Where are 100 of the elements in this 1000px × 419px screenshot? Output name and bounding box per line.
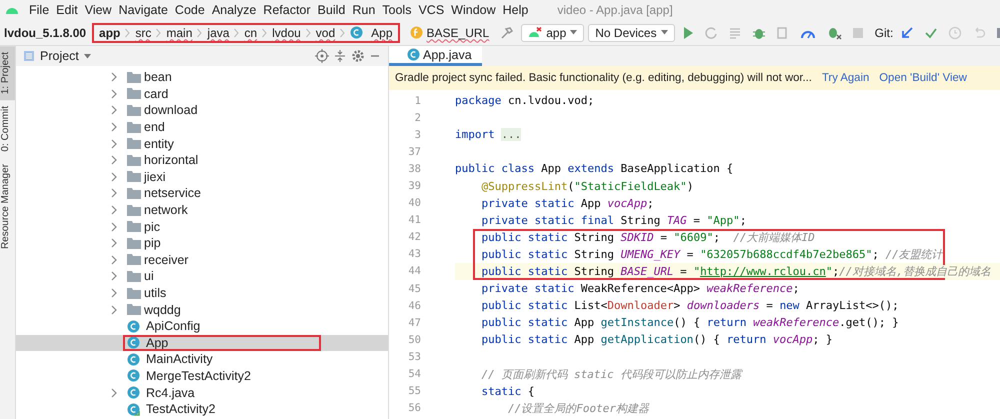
tool-window-tab[interactable]: 0: Commit <box>0 100 15 158</box>
tree-item[interactable]: entity <box>144 136 174 151</box>
tree-row[interactable]: ApiConfig <box>16 318 388 334</box>
code-line: package cn.lvdou.vod; <box>455 93 596 110</box>
breadcrumb-item[interactable]: BASE_URL <box>426 26 490 40</box>
tree-row[interactable]: horizontal <box>16 152 388 169</box>
line-number: 54 <box>407 368 421 380</box>
menu-item[interactable]: Help <box>502 3 528 17</box>
menu-item[interactable]: Code <box>174 3 205 17</box>
tree-item[interactable]: pip <box>144 236 161 250</box>
tree-item[interactable]: receiver <box>144 252 188 267</box>
tree-row[interactable]: pic <box>16 218 388 235</box>
tree-row[interactable]: receiver <box>16 252 388 268</box>
tool-window-tab[interactable]: 1: Project <box>0 46 15 100</box>
coverage-icon[interactable] <box>776 26 790 40</box>
menu-item[interactable]: View <box>84 3 112 17</box>
rerun-icon[interactable] <box>704 26 718 40</box>
breadcrumb-item[interactable]: java <box>207 26 230 40</box>
panel-title[interactable]: Project <box>40 49 79 63</box>
tree-item[interactable]: App <box>146 336 168 350</box>
stop-icon[interactable] <box>852 26 864 38</box>
line-number: 3 <box>414 128 421 141</box>
tree-item[interactable]: ApiConfig <box>146 319 200 334</box>
breadcrumb-item[interactable]: src <box>135 26 152 40</box>
tree-row[interactable]: App <box>16 334 388 352</box>
tree-row[interactable]: ui <box>16 268 388 285</box>
tree-row[interactable]: jiexi <box>16 168 388 186</box>
tree-item[interactable]: pic <box>144 220 160 234</box>
checkmark-icon[interactable] <box>924 26 938 40</box>
tree-item[interactable]: Rc4.java <box>146 386 195 400</box>
tree-row[interactable]: Rc4.java <box>16 384 388 401</box>
list-icon[interactable] <box>728 26 742 40</box>
breadcrumb-item[interactable]: main <box>166 26 192 40</box>
tree-row[interactable]: download <box>16 102 388 119</box>
breadcrumb-item[interactable]: cn <box>244 26 258 40</box>
menu-item[interactable]: Navigate <box>118 3 168 17</box>
folder-icon <box>127 204 141 216</box>
tree-item[interactable]: network <box>144 203 188 218</box>
tree-row[interactable]: MergeTestActivity2 <box>16 368 388 384</box>
hammer-icon[interactable] <box>500 26 514 40</box>
tree-row[interactable]: MainActivity <box>16 351 388 368</box>
tree-item[interactable]: MergeTestActivity2 <box>146 368 251 383</box>
folder-icon <box>127 138 141 150</box>
tree-item[interactable]: jiexi <box>144 170 166 184</box>
menu-item[interactable]: VCS <box>418 3 444 17</box>
tree-row[interactable]: utils <box>16 284 388 302</box>
line-number: 53 <box>407 350 421 363</box>
breadcrumb-item[interactable]: app <box>99 26 120 40</box>
tree-row[interactable]: wqddg <box>16 301 388 318</box>
folder-icon <box>127 104 141 116</box>
tree-item[interactable]: TestActivity2 <box>146 402 216 416</box>
tree-row[interactable]: bean <box>16 69 388 86</box>
tree-item[interactable]: ui <box>144 269 154 284</box>
breadcrumb-item[interactable]: App <box>371 26 393 40</box>
tree-item[interactable]: utils <box>144 286 166 300</box>
menu-item[interactable]: Refactor <box>263 3 311 17</box>
settings-icon[interactable] <box>351 49 365 63</box>
project-icon <box>23 50 35 62</box>
tree-item[interactable]: bean <box>144 70 172 84</box>
menu-item[interactable]: Analyze <box>212 3 256 17</box>
tree-row[interactable]: end <box>16 118 388 136</box>
run-icon[interactable] <box>682 26 694 40</box>
menu-item[interactable]: Tools <box>382 3 412 17</box>
tree-row[interactable]: netservice <box>16 185 388 202</box>
menu-item[interactable]: File <box>29 3 50 17</box>
banner-link[interactable]: Open 'Build' View <box>879 72 967 84</box>
menu-item[interactable]: Run <box>352 3 376 17</box>
tree-row[interactable]: card <box>16 86 388 102</box>
clock-icon[interactable] <box>948 26 962 40</box>
collapse-icon[interactable] <box>334 49 346 63</box>
tree-item[interactable]: MainActivity <box>146 352 213 366</box>
line-number: 50 <box>407 334 421 346</box>
line-number: 37 <box>407 146 421 158</box>
tree-row[interactable]: pip <box>16 234 388 252</box>
tree-item[interactable]: card <box>144 86 168 101</box>
device-dropdown[interactable]: No Devices <box>588 24 675 42</box>
update-arrow-icon[interactable] <box>900 26 914 40</box>
editor-tab[interactable]: App.java <box>389 46 482 66</box>
menu-item[interactable]: Edit <box>56 3 78 17</box>
run-config-dropdown[interactable]: app <box>521 24 584 42</box>
breadcrumb-item[interactable]: vod <box>316 26 336 40</box>
menu-item[interactable]: Build <box>318 3 346 17</box>
banner-link[interactable]: Try Again <box>822 72 870 84</box>
folder-icon <box>127 154 141 166</box>
tree-item[interactable]: horizontal <box>144 153 198 168</box>
project-name[interactable]: lvdou_5.1.8.00 <box>4 26 86 40</box>
menu-item[interactable]: Window <box>451 3 496 17</box>
tree-item[interactable]: download <box>144 103 198 118</box>
folder-icon <box>127 270 141 282</box>
tool-window-tab[interactable]: Resource Manager <box>0 158 15 255</box>
tree-item[interactable]: end <box>144 120 165 134</box>
tree-row[interactable]: TestActivity2 <box>16 400 388 418</box>
tree-row[interactable]: network <box>16 202 388 218</box>
tree-row[interactable]: entity <box>16 135 388 152</box>
tree-item[interactable]: netservice <box>144 186 201 200</box>
locate-icon[interactable] <box>315 49 329 63</box>
chevron-right-icon <box>340 28 346 38</box>
tree-item[interactable]: wqddg <box>144 302 181 317</box>
line-number: 1 <box>414 94 421 107</box>
breadcrumb-item[interactable]: lvdou <box>272 26 301 40</box>
